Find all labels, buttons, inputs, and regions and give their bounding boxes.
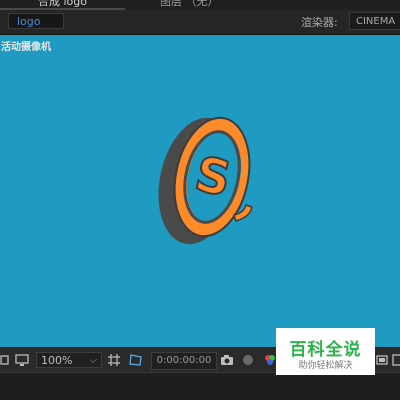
tab-layer[interactable]: 图层 （无）: [160, 0, 219, 9]
watermark-title: 百科全说: [289, 340, 362, 360]
panel-tab-bar: 合成 logo 图层 （无）: [0, 0, 400, 10]
composition-viewer[interactable]: 活动摄像机 S: [0, 35, 400, 347]
current-time-display[interactable]: 0:00:00:00: [151, 352, 217, 370]
transparency-grid-icon[interactable]: [128, 352, 144, 368]
zoom-value: 100%: [41, 354, 73, 367]
fast-previews-icon[interactable]: [374, 352, 390, 368]
renderer-dropdown[interactable]: CINEMA: [349, 12, 400, 30]
zoom-dropdown[interactable]: 100% ⌵: [36, 352, 102, 368]
show-snapshot-icon[interactable]: [240, 352, 256, 368]
chevron-down-icon: ⌵: [89, 355, 97, 366]
bottom-panel-edge: [0, 373, 400, 400]
region-of-interest-icon[interactable]: [106, 352, 122, 368]
composition-name-tab[interactable]: logo: [8, 13, 64, 29]
toggle-pixel-aspect-icon[interactable]: [392, 352, 400, 368]
camera-snapshot-icon[interactable]: [219, 352, 235, 368]
watermark-subtitle: 助你轻松解决: [298, 361, 353, 371]
watermark-badge: 百科全说 助你轻松解决: [276, 328, 375, 375]
renderer-label: 渲染器:: [301, 16, 338, 29]
logo-3d-graphic: S: [158, 116, 253, 245]
monitor-icon[interactable]: [14, 352, 30, 368]
composition-header: logo 渲染器: CINEMA: [0, 10, 400, 35]
